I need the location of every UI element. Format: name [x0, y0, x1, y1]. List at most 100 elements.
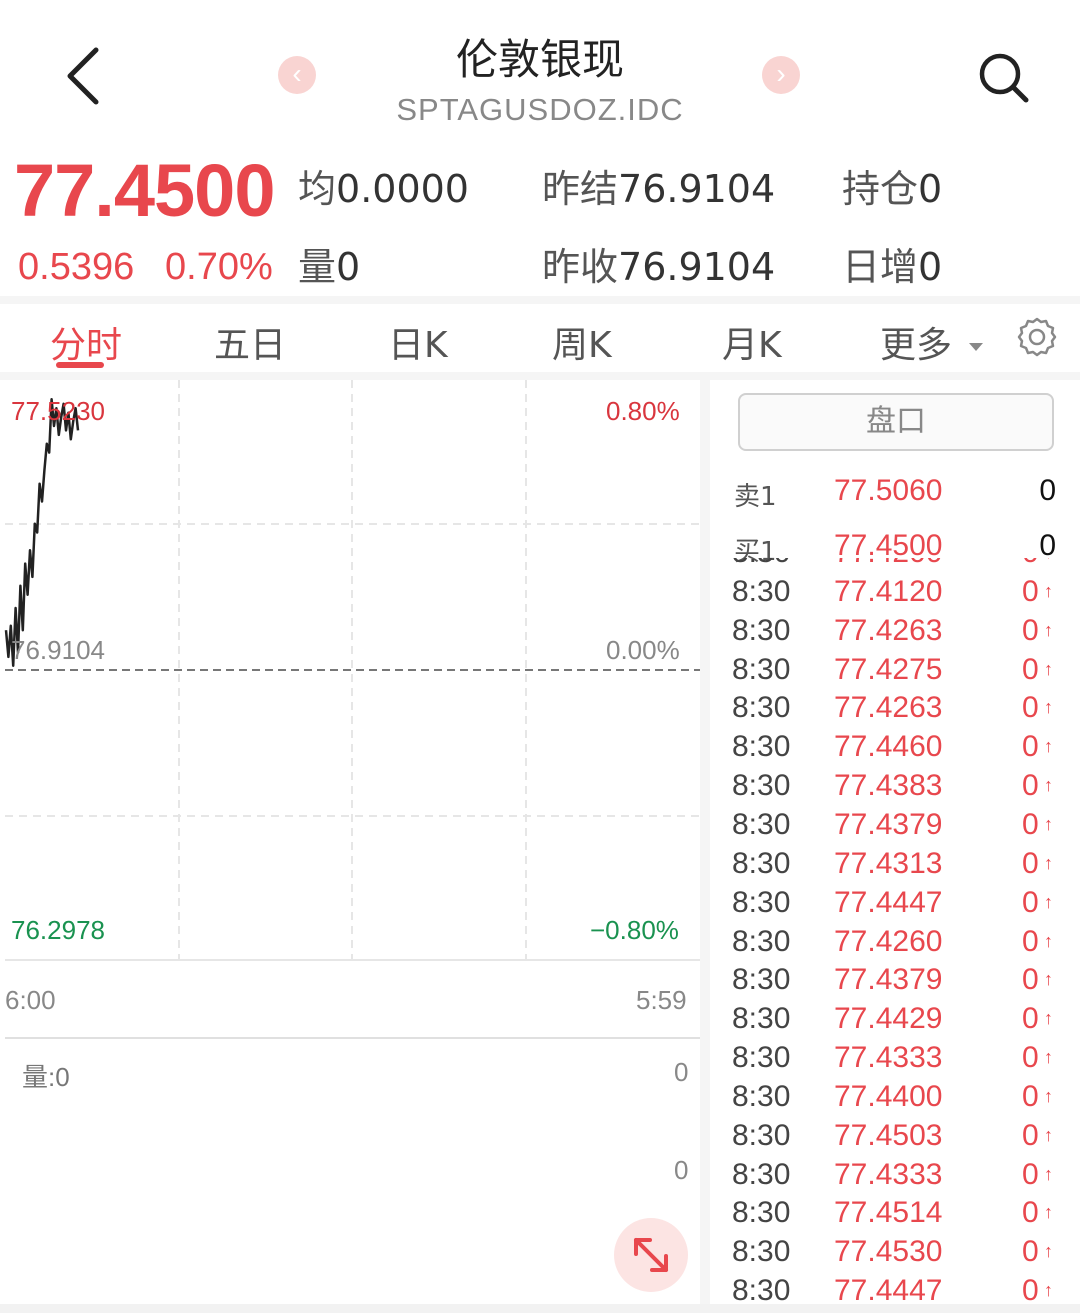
tick-row: 8:30 77.4383 0 ↑ — [730, 769, 1070, 807]
tick-row: 8:30 77.4514 0 ↑ — [730, 1196, 1070, 1234]
volume-axis-max: 0 — [674, 1057, 689, 1087]
tab-five-day[interactable]: 五日 — [214, 316, 286, 368]
tick-price: 77.4379 — [834, 807, 943, 841]
tick-time: 8:30 — [732, 807, 791, 841]
up-arrow-icon: ↑ — [1044, 775, 1053, 796]
stat-prev-settle: 昨结76.9104 — [542, 167, 776, 211]
price-line — [4, 398, 80, 667]
price-change: 0.5396 — [18, 246, 135, 288]
tick-price: 77.4263 — [834, 613, 943, 647]
tick-price: 77.4400 — [834, 1079, 943, 1113]
sell-1-price: 77.5060 — [834, 474, 943, 507]
search-icon[interactable] — [976, 50, 1032, 106]
tick-time: 8:30 — [732, 574, 791, 608]
tab-more[interactable]: 更多 — [880, 316, 984, 368]
fullscreen-button[interactable] — [614, 1218, 688, 1292]
panel-separator — [700, 380, 710, 1306]
previous-item-button[interactable]: ‹ — [278, 56, 316, 94]
up-arrow-icon: ↑ — [1044, 1085, 1053, 1106]
axis-lower-pct: −0.80% — [590, 915, 679, 945]
stat-prev-close: 昨收76.9104 — [542, 245, 776, 289]
sell-1-volume: 0 — [1039, 474, 1056, 507]
tick-time: 8:30 — [732, 1002, 791, 1036]
tick-row: 8:30 77.4120 0 ↑ — [730, 575, 1070, 613]
sell-1-label: 卖1 — [734, 482, 777, 512]
tick-volume: 0 — [1022, 963, 1039, 997]
up-arrow-icon: ↑ — [1044, 619, 1053, 640]
tab-monthly-k[interactable]: 月K — [722, 316, 782, 368]
tick-volume: 0 — [1022, 1196, 1039, 1230]
tick-price: 77.4120 — [834, 574, 943, 608]
tick-price: 77.4447 — [834, 1274, 943, 1304]
tick-row: 8:30 77.4503 0 ↑ — [730, 1119, 1070, 1157]
up-arrow-icon: ↑ — [1044, 1202, 1053, 1223]
tick-time: 8:30 — [732, 924, 791, 958]
stat-daily-increase: 日增0 — [842, 245, 943, 289]
tick-volume: 0 — [1022, 730, 1039, 764]
trade-ticks-list[interactable]: 8:3077.42000↑8:3077.41200↑8:3077.42630↑8… — [730, 558, 1070, 1304]
tick-time: 8:30 — [732, 1274, 791, 1304]
tick-time: 8:30 — [732, 1196, 791, 1230]
tick-price: 77.4447 — [834, 885, 943, 919]
up-arrow-icon: ↑ — [1044, 736, 1053, 757]
gear-icon[interactable] — [1016, 316, 1058, 358]
up-arrow-icon: ↑ — [1044, 1241, 1053, 1262]
tick-price: 77.4333 — [834, 1157, 943, 1191]
up-arrow-icon: ↑ — [1044, 1280, 1053, 1301]
tab-daily-k[interactable]: 日K — [388, 316, 448, 368]
tick-row: 8:30 77.4447 0 ↑ — [730, 1274, 1070, 1304]
tick-volume: 0 — [1022, 558, 1039, 570]
tick-row: 8:30 77.4313 0 ↑ — [730, 847, 1070, 885]
tick-volume: 0 — [1022, 807, 1039, 841]
volume-label: 量:0 — [22, 1062, 70, 1092]
bottom-divider — [0, 1304, 1080, 1313]
active-tab-indicator — [56, 362, 104, 368]
axis-mid-price: 76.9104 — [11, 635, 105, 665]
page-title: 伦敦银现 — [455, 35, 624, 84]
tick-price: 77.4429 — [834, 1002, 943, 1036]
up-arrow-icon: ↑ — [1044, 1124, 1053, 1145]
tick-time: 8:30 — [732, 691, 791, 725]
tick-row: 8:30 77.4379 0 ↑ — [730, 963, 1070, 1001]
tick-row: 8:30 77.4400 0 ↑ — [730, 1080, 1070, 1118]
tick-volume: 0 — [1022, 924, 1039, 958]
up-arrow-icon: ↑ — [1044, 1163, 1053, 1184]
tick-volume: 0 — [1022, 1118, 1039, 1152]
tick-time: 8:30 — [732, 1235, 791, 1269]
tick-time: 8:30 — [732, 846, 791, 880]
time-axis-start: 6:00 — [5, 985, 56, 1015]
tick-price: 77.4530 — [834, 1235, 943, 1269]
tick-time: 8:30 — [732, 885, 791, 919]
tick-volume: 0 — [1022, 846, 1039, 880]
tick-row: 8:30 77.4379 0 ↑ — [730, 808, 1070, 846]
back-icon[interactable] — [62, 44, 106, 108]
tick-time: 8:30 — [732, 769, 791, 803]
expand-icon — [634, 1238, 668, 1272]
time-axis-end: 5:59 — [636, 985, 687, 1015]
tab-intraday[interactable]: 分时 — [50, 316, 122, 368]
tick-price: 77.4275 — [834, 652, 943, 686]
tick-row: 8:30 77.4429 0 ↑ — [730, 1002, 1070, 1040]
intraday-chart[interactable] — [0, 380, 700, 1306]
up-arrow-icon: ↑ — [1044, 658, 1053, 679]
tick-price: 77.4263 — [834, 691, 943, 725]
tick-row: 8:30 77.4530 0 ↑ — [730, 1235, 1070, 1273]
next-item-button[interactable]: › — [762, 56, 800, 94]
up-arrow-icon: ↑ — [1044, 1008, 1053, 1029]
tick-price: 77.4379 — [834, 963, 943, 997]
up-arrow-icon: ↑ — [1044, 969, 1053, 990]
tick-time: 8:30 — [732, 613, 791, 647]
tab-weekly-k[interactable]: 周K — [552, 316, 612, 368]
tick-price: 77.4313 — [834, 846, 943, 880]
order-book-button[interactable]: 盘口 — [738, 393, 1054, 451]
tick-row: 8:30 77.4275 0 ↑ — [730, 653, 1070, 691]
axis-upper-price: 77.5230 — [11, 396, 105, 426]
tick-row: 8:30 77.4200 0 ↑ — [730, 558, 1070, 574]
tick-price: 77.4514 — [834, 1196, 943, 1230]
axis-mid-pct: 0.00% — [606, 635, 680, 665]
tick-volume: 0 — [1022, 691, 1039, 725]
up-arrow-icon: ↑ — [1044, 930, 1053, 951]
up-arrow-icon: ↑ — [1044, 813, 1053, 834]
tick-row: 8:30 77.4333 0 ↑ — [730, 1041, 1070, 1079]
tick-time: 8:30 — [732, 652, 791, 686]
